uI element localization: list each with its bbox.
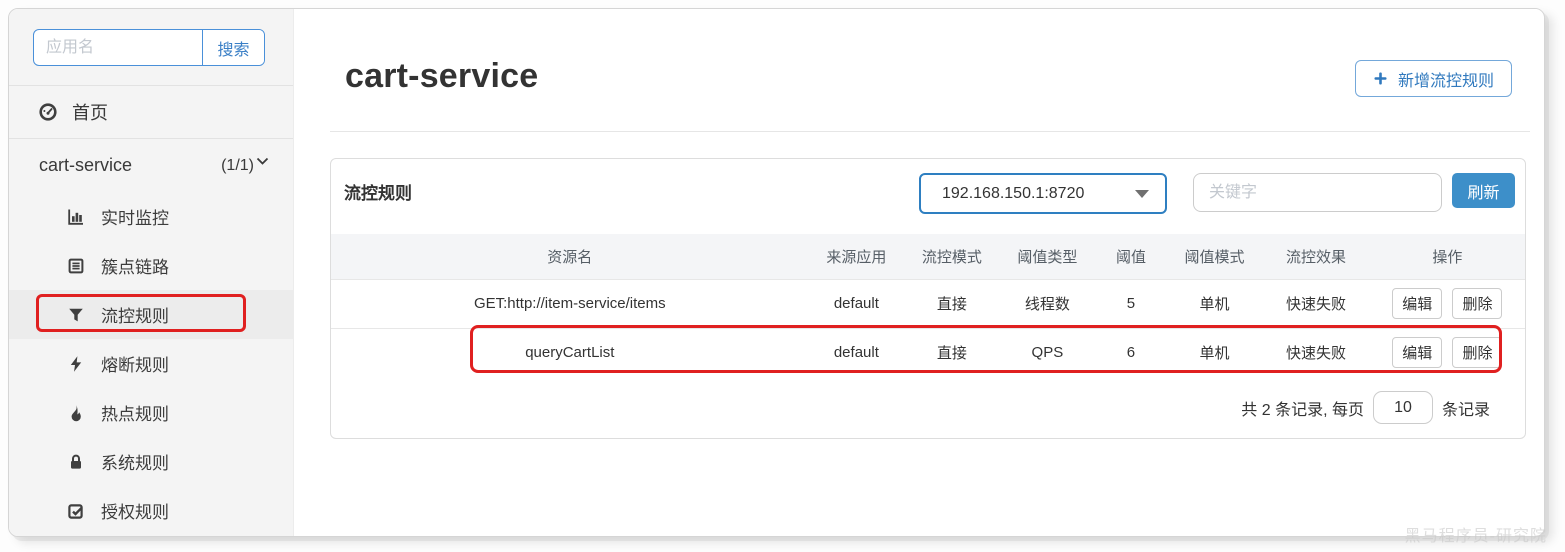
cell-threshold-type: QPS (1000, 328, 1096, 377)
col-header-threshold: 阈值 (1095, 234, 1167, 279)
cell-threshold-type: 线程数 (1000, 279, 1096, 328)
caret-down-icon (1135, 190, 1149, 198)
sidebar-item-label: 流控规则 (101, 302, 169, 327)
table-header-row: 资源名 来源应用 流控模式 阈值类型 阈值 阈值模式 流控效果 操作 (331, 234, 1525, 279)
cell-mode: 直接 (904, 279, 1000, 328)
panel-title: 流控规则 (344, 179, 412, 204)
table-row: queryCartList default 直接 QPS 6 单机 快速失败 编… (331, 328, 1525, 377)
machine-select-value: 192.168.150.1:8720 (942, 185, 1084, 203)
sidebar-app-cart-service[interactable]: cart-service (1/1) (9, 139, 293, 192)
app-search-button[interactable]: 搜索 (202, 30, 264, 65)
cell-mode: 直接 (904, 328, 1000, 377)
col-header-threshold-mode: 阈值模式 (1167, 234, 1263, 279)
pagination-prefix: 共 2 条记录, 每页 (1241, 396, 1364, 420)
sidebar-item-cluster-links[interactable]: 簇点链路 (9, 241, 293, 290)
panel-footer: 共 2 条记录, 每页 条记录 (331, 377, 1525, 438)
sidebar-app-name: cart-service (39, 155, 132, 176)
lightning-bolt-icon (67, 355, 85, 373)
col-header-mode: 流控模式 (904, 234, 1000, 279)
cell-resource: GET:http://item-service/items (331, 279, 809, 328)
app-window: 搜索 首页 cart-service (1/1) 实时监控 (8, 8, 1545, 537)
cell-source: default (809, 279, 905, 328)
cell-resource: queryCartList (331, 328, 809, 377)
sidebar-item-label: 实时监控 (101, 204, 169, 229)
watermark-text: 黑马程序员-研究院 (1405, 522, 1547, 546)
cell-effect: 快速失败 (1262, 328, 1369, 377)
col-header-actions: 操作 (1370, 234, 1525, 279)
chevron-down-icon (256, 157, 269, 166)
sidebar-item-label: 热点规则 (101, 400, 169, 425)
delete-button[interactable]: 删除 (1452, 337, 1502, 368)
sidebar-item-hotspot-rules[interactable]: 热点规则 (9, 388, 293, 437)
add-flow-rule-button[interactable]: 新增流控规则 (1355, 60, 1512, 97)
cell-threshold: 6 (1095, 328, 1167, 377)
cell-actions: 编辑 删除 (1370, 279, 1525, 328)
funnel-filter-icon (67, 306, 85, 324)
keyword-search-input[interactable] (1193, 173, 1442, 212)
page-title: cart-service (345, 57, 538, 96)
col-header-source: 来源应用 (809, 234, 905, 279)
col-header-resource: 资源名 (331, 234, 809, 279)
sidebar: 搜索 首页 cart-service (1/1) 实时监控 (9, 9, 294, 536)
col-header-threshold-type: 阈值类型 (1000, 234, 1096, 279)
sidebar-item-flow-rules[interactable]: 流控规则 (9, 290, 293, 339)
sidebar-item-label: 系统规则 (101, 449, 169, 474)
cell-source: default (809, 328, 905, 377)
flame-icon (67, 404, 85, 422)
panel-header: 流控规则 192.168.150.1:8720 刷新 (331, 159, 1525, 234)
sidebar-app-count: (1/1) (221, 157, 254, 175)
cell-threshold-mode: 单机 (1167, 279, 1263, 328)
sidebar-item-realtime-monitor[interactable]: 实时监控 (9, 192, 293, 241)
check-square-icon (67, 502, 85, 520)
sidebar-search-area: 搜索 (9, 9, 293, 85)
col-header-effect: 流控效果 (1262, 234, 1369, 279)
machine-select-dropdown[interactable]: 192.168.150.1:8720 (919, 173, 1167, 214)
cell-actions: 编辑 删除 (1370, 328, 1525, 377)
flow-rules-panel: 流控规则 192.168.150.1:8720 刷新 资源名 来源应用 流控模式… (330, 158, 1526, 439)
table-row: GET:http://item-service/items default 直接… (331, 279, 1525, 328)
title-divider (330, 131, 1530, 132)
delete-button[interactable]: 删除 (1452, 288, 1502, 319)
document-list-icon (67, 257, 85, 275)
cell-threshold: 5 (1095, 279, 1167, 328)
sidebar-item-label: 簇点链路 (101, 253, 169, 278)
app-search-group: 搜索 (33, 29, 265, 66)
lock-icon (67, 453, 85, 471)
sidebar-item-home[interactable]: 首页 (9, 86, 293, 138)
app-search-input[interactable] (34, 30, 202, 65)
edit-button[interactable]: 编辑 (1392, 337, 1442, 368)
cell-threshold-mode: 单机 (1167, 328, 1263, 377)
flow-rules-table: 资源名 来源应用 流控模式 阈值类型 阈值 阈值模式 流控效果 操作 GET:h… (331, 234, 1525, 377)
refresh-button[interactable]: 刷新 (1452, 173, 1515, 208)
sidebar-item-authority-rules[interactable]: 授权规则 (9, 486, 293, 535)
plus-icon (1373, 71, 1388, 86)
bar-chart-icon (67, 208, 85, 226)
dashboard-gauge-icon (39, 103, 57, 121)
add-flow-rule-label: 新增流控规则 (1398, 67, 1494, 91)
sidebar-item-label: 熔断规则 (101, 351, 169, 376)
sidebar-item-label: 授权规则 (101, 498, 169, 523)
cell-effect: 快速失败 (1262, 279, 1369, 328)
page-size-input[interactable] (1373, 391, 1433, 424)
main-content: cart-service 新增流控规则 流控规则 192.168.150.1:8… (294, 9, 1544, 536)
sidebar-item-system-rules[interactable]: 系统规则 (9, 437, 293, 486)
pagination: 共 2 条记录, 每页 条记录 (1241, 377, 1490, 438)
edit-button[interactable]: 编辑 (1392, 288, 1442, 319)
sidebar-home-label: 首页 (72, 99, 108, 125)
sidebar-item-degrade-rules[interactable]: 熔断规则 (9, 339, 293, 388)
pagination-suffix: 条记录 (1442, 396, 1490, 420)
